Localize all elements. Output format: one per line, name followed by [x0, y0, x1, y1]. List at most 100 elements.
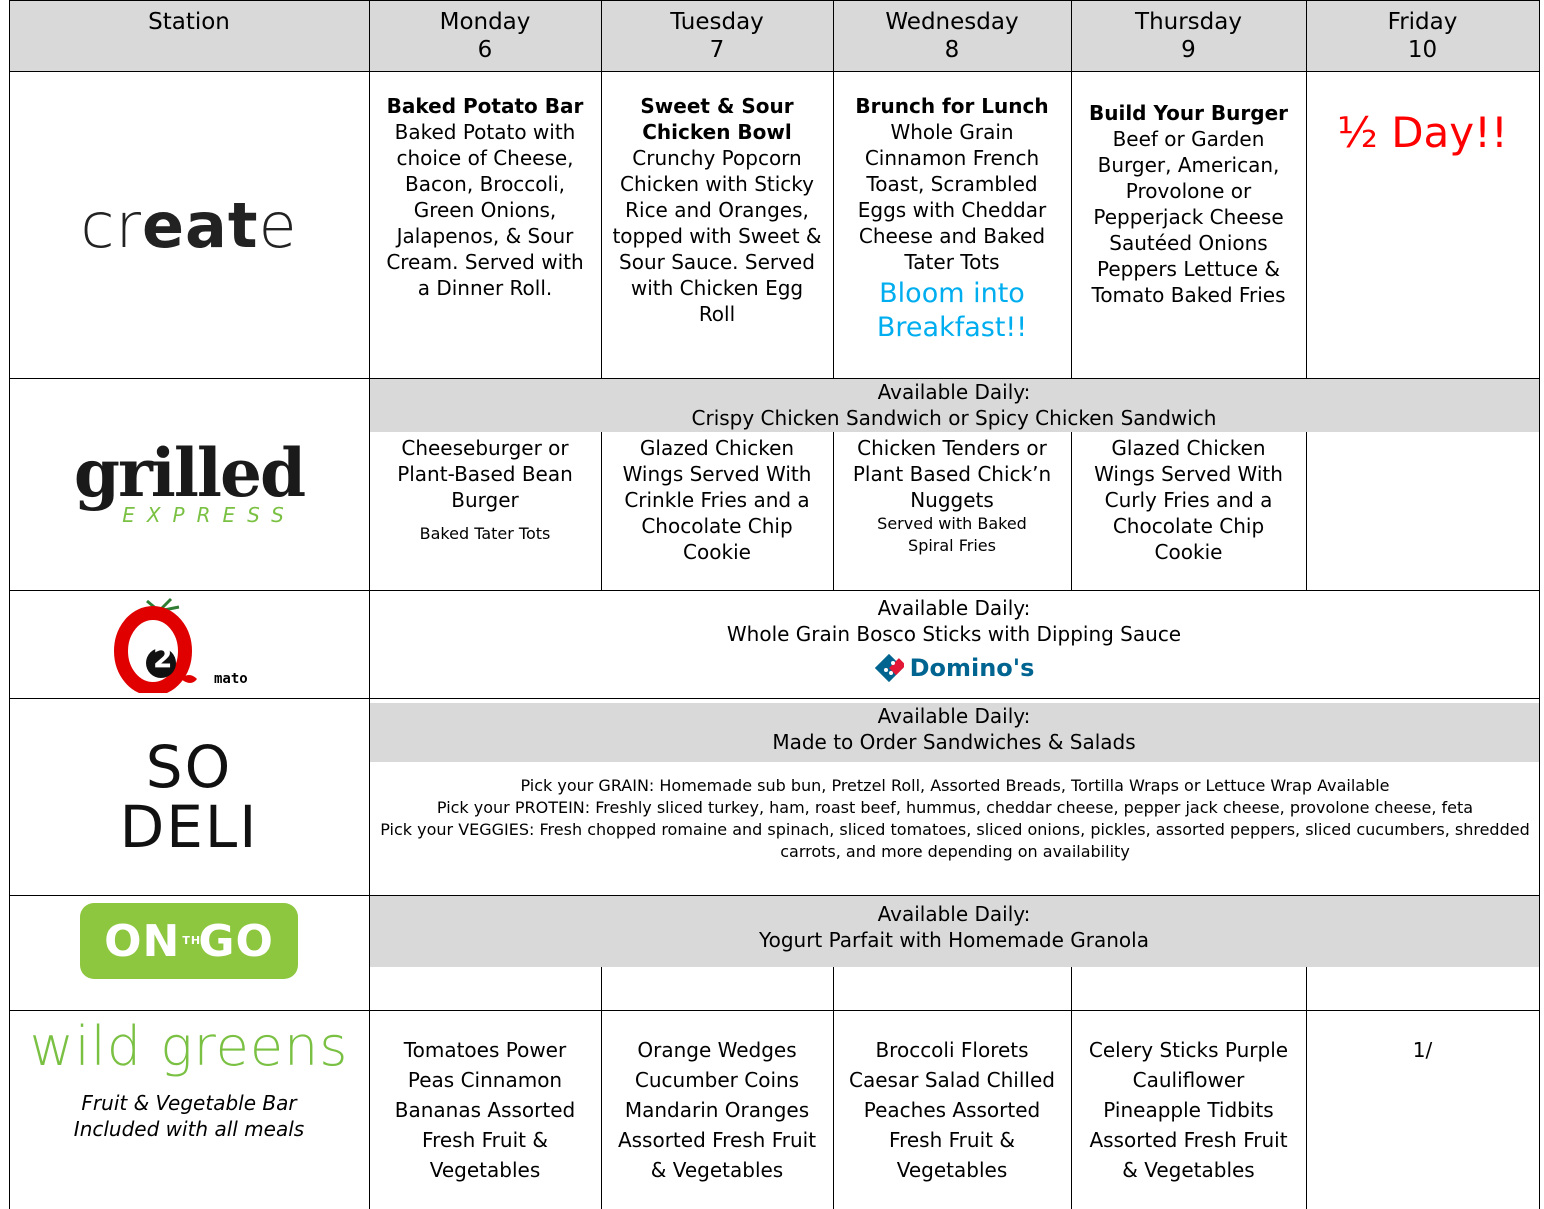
dominos-brand-text: Domino's [909, 654, 1035, 682]
daily-items: Made to Order Sandwiches & Salads [772, 730, 1136, 754]
create-thursday: Build Your Burger Beef or Garden Burger,… [1078, 100, 1299, 308]
create-tuesday: Sweet & Sour Chicken Bowl Crunchy Popcor… [610, 93, 824, 327]
meal-description: Glazed Chicken Wings Served With Crinkle… [622, 436, 812, 564]
meal-side: Served with Baked Spiral Fries [877, 514, 1027, 555]
promo-text: Bloom into Breakfast!! [876, 278, 1028, 343]
day-name: Wednesday [885, 9, 1019, 35]
onthego-daily: Available Daily: Yogurt Parfait with Hom… [369, 896, 1539, 967]
meal-title: Sweet & Sour Chicken Bowl [640, 94, 794, 144]
side-items: Orange Wedges Cucumber Coins Mandarin Or… [617, 1038, 817, 1182]
day-number: 9 [1181, 37, 1196, 63]
header-wednesday: Wednesday 8 [833, 1, 1071, 71]
grid-line [1071, 0, 1072, 379]
create-wednesday: Brunch for Lunch Whole Grain Cinnamon Fr… [843, 93, 1061, 345]
grid-line [9, 0, 1540, 1]
onthego-logo-cell: ON THE GO [9, 896, 369, 1010]
side-items: Tomatoes Power Peas Cinnamon Bananas Ass… [394, 1038, 576, 1182]
deli-logo-line: SO [145, 733, 233, 801]
meal-title: Brunch for Lunch [855, 94, 1049, 118]
meal-description: Crunchy Popcorn Chicken with Sticky Rice… [612, 146, 822, 326]
wildgreens-friday: 1/ [1306, 1035, 1539, 1065]
grid-line [9, 895, 1540, 896]
deli-options: Pick your GRAIN: Homemade sub bun, Pretz… [375, 775, 1535, 863]
half-day-notice: ½ Day!! [1337, 108, 1508, 157]
grid-line [1539, 0, 1540, 1209]
create-logo-text: create [80, 189, 297, 262]
deli-logo: SO DELI [9, 699, 369, 895]
logo-part: cr [80, 188, 142, 262]
grid-line [9, 590, 1540, 591]
grid-line [601, 432, 602, 591]
daily-items: Yogurt Parfait with Homemade Granola [759, 928, 1149, 952]
domino-icon [874, 653, 904, 683]
grid-line [1306, 967, 1307, 1209]
grid-line [9, 0, 10, 1209]
create-monday: Baked Potato Bar Baked Potato with choic… [378, 93, 592, 301]
daily-label: Available Daily: [877, 704, 1031, 728]
header-station: Station [9, 1, 369, 71]
wildgreens-description: Fruit & Vegetable Bar Included with all … [73, 1091, 305, 1141]
daily-label: Available Daily: [877, 902, 1031, 926]
logo-part: ON [104, 915, 181, 967]
grid-line [833, 0, 834, 379]
header-friday: Friday 10 [1306, 1, 1539, 71]
grilled-logo-text: grilled [73, 433, 306, 512]
meal-title: Baked Potato Bar [386, 94, 584, 118]
day-name: Friday [1387, 9, 1458, 35]
daily-items: Whole Grain Bosco Sticks with Dipping Sa… [726, 622, 1182, 646]
station-label: Station [148, 9, 230, 35]
day-name: Monday [439, 9, 531, 35]
o2mato-logo: 2 mato [9, 591, 369, 698]
daily-label: Available Daily: [877, 380, 1031, 404]
meal-description: Glazed Chicken Wings Served With Curly F… [1094, 436, 1283, 564]
wildgreens-logo-cell: wild greens Fruit & Vegetable Bar Includ… [9, 1011, 369, 1209]
logo-part: e [258, 188, 298, 262]
meal-description: Chicken Tenders or Plant Based Chick’n N… [852, 436, 1052, 512]
day-number: 8 [944, 37, 960, 63]
logo-part: eat [141, 188, 259, 262]
grid-line [601, 0, 602, 379]
grid-line [1306, 0, 1307, 379]
daily-label: Available Daily: [877, 596, 1031, 620]
header-tuesday: Tuesday 7 [601, 1, 833, 71]
grid-line [1071, 967, 1072, 1209]
side-items: Celery Sticks Purple Cauliflower Pineapp… [1088, 1038, 1289, 1182]
meal-description: Whole Grain Cinnamon French Toast, Scram… [857, 120, 1047, 274]
daily-items: Crispy Chicken Sandwich or Spicy Chicken… [691, 406, 1217, 430]
header-thursday: Thursday 9 [1071, 1, 1306, 71]
grid-line [369, 0, 370, 1209]
grid-line [833, 967, 834, 1209]
logo-part: THE [182, 934, 210, 947]
onthego-logo: ON THE GO [80, 903, 298, 979]
grilled-monday: Cheeseburger or Plant-Based Bean Burger … [378, 435, 592, 545]
logo-part: GO [198, 915, 274, 967]
wildgreens-logo: wild greens [29, 1015, 349, 1078]
deli-daily: Available Daily: Made to Order Sandwiche… [369, 703, 1539, 762]
grilled-wednesday: Chicken Tenders or Plant Based Chick’n N… [843, 435, 1061, 557]
o2mato-daily: Available Daily: Whole Grain Bosco Stick… [369, 595, 1539, 689]
meal-description: Cheeseburger or Plant-Based Bean Burger [397, 436, 573, 512]
side-items: 1/ [1412, 1038, 1433, 1062]
meal-side: Baked Tater Tots [419, 524, 551, 543]
grid-line [601, 967, 602, 1209]
day-name: Thursday [1135, 9, 1242, 35]
meal-description: Beef or Garden Burger, American, Provolo… [1091, 127, 1286, 307]
day-number: 6 [477, 37, 493, 63]
protein-options: Pick your PROTEIN: Freshly sliced turkey… [436, 798, 1474, 817]
wildgreens-monday: Tomatoes Power Peas Cinnamon Bananas Ass… [385, 1035, 585, 1185]
dominos-logo: Domino's [874, 653, 1035, 683]
meal-title: Build Your Burger [1088, 101, 1288, 125]
grilled-tuesday: Glazed Chicken Wings Served With Crinkle… [610, 435, 824, 565]
deli-logo-line: DELI [119, 793, 259, 861]
header-monday: Monday 6 [369, 1, 601, 71]
grain-options: Pick your GRAIN: Homemade sub bun, Pretz… [520, 776, 1390, 795]
logo-text: mato [214, 671, 248, 687]
day-number: 7 [709, 37, 725, 63]
veggie-options: Pick your VEGGIES: Fresh chopped romaine… [380, 820, 1530, 861]
day-number: 10 [1407, 37, 1438, 63]
express-logo-text: EXPRESS [122, 502, 296, 527]
meal-description: Baked Potato with choice of Cheese, Baco… [386, 120, 584, 300]
wildgreens-wednesday: Broccoli Florets Caesar Salad Chilled Pe… [843, 1035, 1061, 1185]
grid-line [9, 1010, 1540, 1011]
create-friday: ½ Day!! [1306, 108, 1539, 157]
